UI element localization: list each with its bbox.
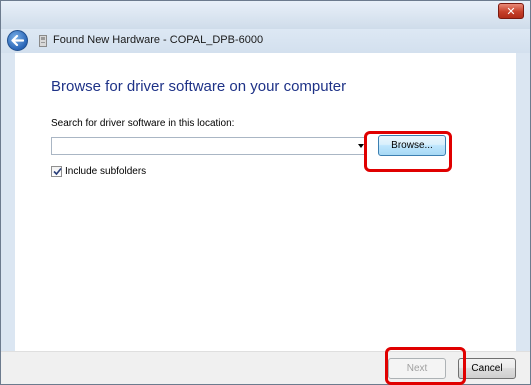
include-subfolders-checkbox[interactable] <box>51 166 62 177</box>
hardware-device-icon <box>39 35 47 47</box>
back-button[interactable] <box>7 30 28 51</box>
wizard-header: Found New Hardware - COPAL_DPB-6000 <box>1 29 530 53</box>
cancel-button[interactable]: Cancel <box>458 358 516 379</box>
title-bar: ✕ <box>1 1 530 29</box>
checkmark-icon <box>53 167 62 176</box>
wizard-window: ✕ Found New Hardware - COPAL_DPB-6000 Br… <box>0 0 531 385</box>
wizard-content: Browse for driver software on your compu… <box>15 53 516 351</box>
back-arrow-icon <box>11 35 24 46</box>
page-heading: Browse for driver software on your compu… <box>51 78 347 95</box>
search-location-combobox[interactable] <box>51 137 367 155</box>
include-subfolders-label: Include subfolders <box>65 166 147 177</box>
window-title: Found New Hardware - COPAL_DPB-6000 <box>53 34 264 46</box>
search-location-input[interactable] <box>54 139 346 153</box>
close-button[interactable]: ✕ <box>498 3 524 19</box>
browse-highlight-annotation <box>364 131 452 172</box>
search-location-label: Search for driver software in this locat… <box>51 118 235 129</box>
next-highlight-annotation <box>385 347 466 385</box>
